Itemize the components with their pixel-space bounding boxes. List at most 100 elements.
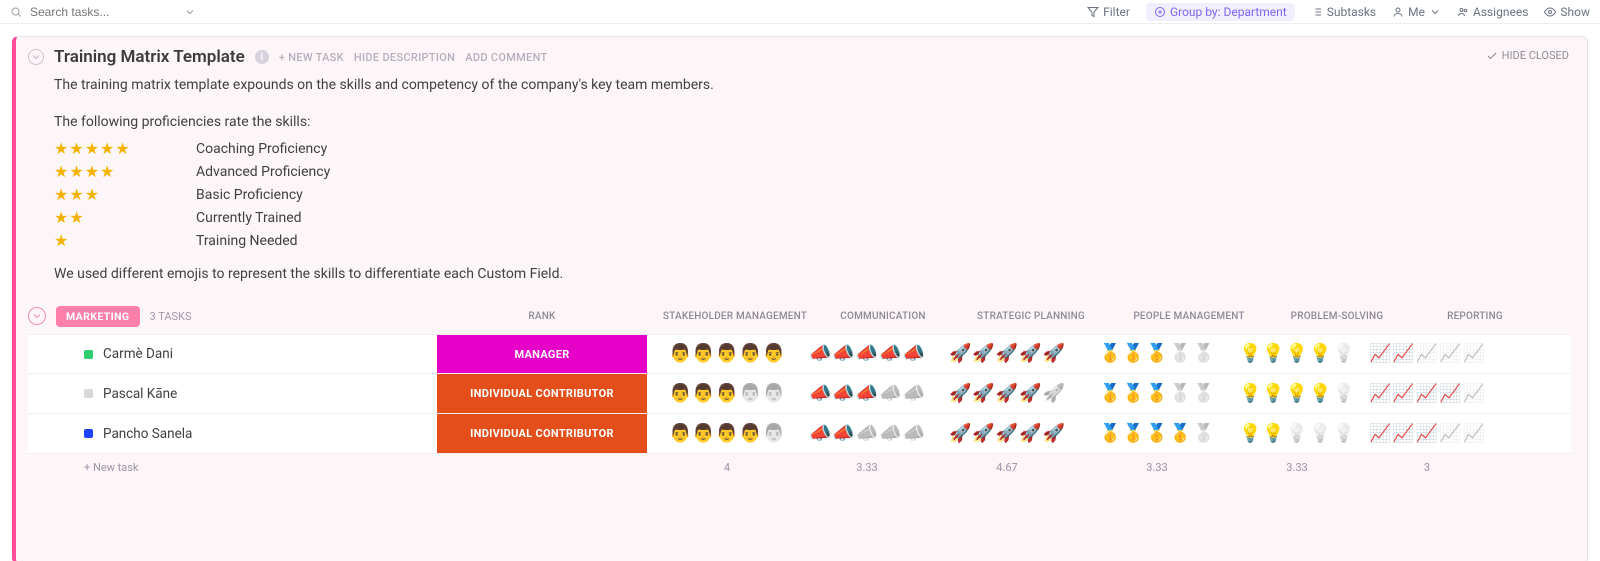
- toolbar-right: Filter Group by: Department Subtasks Me …: [1087, 3, 1590, 21]
- group-header-row: MARKETING 3 TASKS RANK STAKEHOLDER MANAG…: [28, 302, 1571, 330]
- task-table: Carmè DaniMANAGER👨👨👨👨👨📣📣📣📣📣🚀🚀🚀🚀🚀🥇🥇🥇🥇🥇💡💡💡…: [28, 334, 1571, 454]
- search-input[interactable]: [28, 4, 178, 20]
- avg-reporting: 3: [1362, 461, 1492, 474]
- people-icon: 🥇: [1169, 385, 1191, 403]
- new-task-inline-button[interactable]: + New task: [28, 461, 432, 474]
- star-rating: ★★: [54, 208, 174, 227]
- reporting-icon: 📈: [1416, 385, 1438, 403]
- people-icon: 🥇: [1193, 425, 1215, 443]
- subtasks-button[interactable]: Subtasks: [1311, 5, 1376, 19]
- problem-icon: 💡: [1239, 425, 1261, 443]
- panel-collapse-toggle[interactable]: [28, 49, 44, 65]
- rank-cell[interactable]: MANAGER: [432, 335, 652, 373]
- col-header-rank[interactable]: RANK: [432, 311, 652, 322]
- group-by-button[interactable]: Group by: Department: [1146, 3, 1295, 21]
- skill-cell-communication[interactable]: 📣📣📣📣📣: [802, 335, 932, 373]
- rank-cell[interactable]: INDIVIDUAL CONTRIBUTOR: [432, 414, 652, 453]
- reporting-icon: 📈: [1439, 345, 1461, 363]
- task-status-square[interactable]: [84, 429, 93, 438]
- strategic-icon: 🚀: [1043, 425, 1065, 443]
- problem-icon: 💡: [1262, 345, 1284, 363]
- info-icon[interactable]: i: [255, 50, 269, 64]
- avg-people: 3.33: [1082, 461, 1232, 474]
- col-header-people[interactable]: PEOPLE MANAGEMENT: [1114, 311, 1264, 322]
- people-icon: 🥇: [1193, 345, 1215, 363]
- proficiency-label: Training Needed: [196, 233, 298, 249]
- strategic-icon: 🚀: [1043, 345, 1065, 363]
- col-header-stakeholder[interactable]: STAKEHOLDER MANAGEMENT: [660, 311, 810, 322]
- group-name-pill[interactable]: MARKETING: [56, 306, 140, 327]
- task-name-cell[interactable]: Pascal Kāne: [28, 386, 432, 402]
- people-icon: 🥇: [1122, 385, 1144, 403]
- assignees-button[interactable]: Assignees: [1457, 5, 1528, 19]
- skill-cell-stakeholder[interactable]: 👨👨👨👨👨: [652, 414, 802, 453]
- group-collapse-toggle[interactable]: [28, 307, 46, 325]
- problem-icon: 💡: [1239, 385, 1261, 403]
- task-status-square[interactable]: [84, 389, 93, 398]
- col-header-problem[interactable]: PROBLEM-SOLVING: [1272, 311, 1402, 322]
- communication-icon: 📣: [809, 385, 831, 403]
- stakeholder-icon: 👨: [669, 385, 691, 403]
- task-row[interactable]: Pascal KāneINDIVIDUAL CONTRIBUTOR👨👨👨👨👨📣📣…: [28, 374, 1571, 414]
- skill-cell-communication[interactable]: 📣📣📣📣📣: [802, 374, 932, 413]
- reporting-icon: 📈: [1439, 425, 1461, 443]
- search-icon: [10, 6, 22, 18]
- hide-closed-label: HIDE CLOSED: [1502, 49, 1569, 62]
- skill-cell-problem[interactable]: 💡💡💡💡💡: [1232, 414, 1362, 453]
- show-button[interactable]: Show: [1544, 5, 1590, 19]
- add-comment-button[interactable]: ADD COMMENT: [465, 51, 547, 64]
- col-header-communication[interactable]: COMMUNICATION: [818, 311, 948, 322]
- skill-cell-stakeholder[interactable]: 👨👨👨👨👨: [652, 335, 802, 373]
- col-header-strategic[interactable]: STRATEGIC PLANNING: [956, 311, 1106, 322]
- reporting-icon: 📈: [1463, 385, 1485, 403]
- reporting-icon: 📈: [1463, 425, 1485, 443]
- skill-cell-people[interactable]: 🥇🥇🥇🥇🥇: [1082, 335, 1232, 373]
- proficiency-label: Coaching Proficiency: [196, 141, 327, 157]
- task-row[interactable]: Pancho SanelaINDIVIDUAL CONTRIBUTOR👨👨👨👨👨…: [28, 414, 1571, 454]
- proficiency-legend: ★★★★★Coaching Proficiency★★★★Advanced Pr…: [54, 139, 1571, 250]
- filter-button[interactable]: Filter: [1087, 5, 1130, 19]
- search-box[interactable]: [10, 4, 196, 20]
- footer-row: + New task 4 3.33 4.67 3.33 3.33 3: [28, 454, 1571, 480]
- stakeholder-icon: 👨: [669, 425, 691, 443]
- person-icon: [1392, 6, 1404, 18]
- task-name-cell[interactable]: Pancho Sanela: [28, 426, 432, 442]
- reporting-icon: 📈: [1416, 425, 1438, 443]
- task-status-square[interactable]: [84, 350, 93, 359]
- skill-cell-communication[interactable]: 📣📣📣📣📣: [802, 414, 932, 453]
- skill-cell-people[interactable]: 🥇🥇🥇🥇🥇: [1082, 374, 1232, 413]
- stakeholder-icon: 👨: [692, 345, 714, 363]
- skill-cell-reporting[interactable]: 📈📈📈📈📈: [1362, 414, 1492, 453]
- skill-cell-strategic[interactable]: 🚀🚀🚀🚀🚀: [932, 374, 1082, 413]
- panel-title: Training Matrix Template: [54, 47, 245, 67]
- skill-cell-reporting[interactable]: 📈📈📈📈📈: [1362, 335, 1492, 373]
- reporting-icon: 📈: [1439, 385, 1461, 403]
- stakeholder-icon: 👨: [716, 425, 738, 443]
- communication-icon: 📣: [832, 385, 854, 403]
- reporting-icon: 📈: [1392, 385, 1414, 403]
- people-icon: [1457, 6, 1469, 18]
- assignees-label: Assignees: [1473, 5, 1528, 19]
- chevron-down-icon[interactable]: [184, 6, 196, 18]
- hide-closed-button[interactable]: HIDE CLOSED: [1486, 49, 1569, 62]
- task-row[interactable]: Carmè DaniMANAGER👨👨👨👨👨📣📣📣📣📣🚀🚀🚀🚀🚀🥇🥇🥇🥇🥇💡💡💡…: [28, 334, 1571, 374]
- top-toolbar: Filter Group by: Department Subtasks Me …: [0, 0, 1600, 24]
- skill-cell-stakeholder[interactable]: 👨👨👨👨👨: [652, 374, 802, 413]
- problem-icon: 💡: [1262, 425, 1284, 443]
- reporting-icon: 📈: [1369, 385, 1391, 403]
- task-name-label: Pancho Sanela: [103, 426, 192, 442]
- communication-icon: 📣: [903, 425, 925, 443]
- skill-cell-strategic[interactable]: 🚀🚀🚀🚀🚀: [932, 414, 1082, 453]
- col-header-reporting[interactable]: REPORTING: [1410, 311, 1540, 322]
- skill-cell-problem[interactable]: 💡💡💡💡💡: [1232, 374, 1362, 413]
- skill-cell-strategic[interactable]: 🚀🚀🚀🚀🚀: [932, 335, 1082, 373]
- skill-cell-problem[interactable]: 💡💡💡💡💡: [1232, 335, 1362, 373]
- rank-cell[interactable]: INDIVIDUAL CONTRIBUTOR: [432, 374, 652, 413]
- me-button[interactable]: Me: [1392, 5, 1441, 19]
- skill-cell-reporting[interactable]: 📈📈📈📈📈: [1362, 374, 1492, 413]
- task-name-cell[interactable]: Carmè Dani: [28, 346, 432, 362]
- new-task-button[interactable]: + NEW TASK: [279, 51, 344, 64]
- hide-description-button[interactable]: HIDE DESCRIPTION: [354, 51, 455, 64]
- rank-badge: INDIVIDUAL CONTRIBUTOR: [437, 374, 647, 413]
- skill-cell-people[interactable]: 🥇🥇🥇🥇🥇: [1082, 414, 1232, 453]
